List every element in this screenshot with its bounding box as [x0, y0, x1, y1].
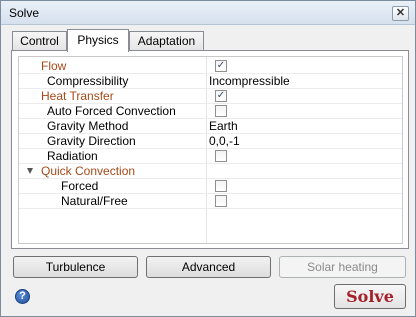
property-row-radiation[interactable]: Radiation	[19, 149, 402, 164]
help-glyph: ?	[19, 290, 26, 302]
property-value[interactable]: Earth	[209, 119, 238, 134]
property-row-compressibility[interactable]: Compressibility Incompressible	[19, 74, 402, 89]
tab-adaptation[interactable]: Adaptation	[129, 31, 204, 51]
property-row-flow[interactable]: Flow ✓	[19, 59, 402, 74]
natural-free-checkbox[interactable]	[215, 195, 227, 207]
turbulence-button[interactable]: Turbulence	[13, 256, 138, 278]
tab-label: Adaptation	[137, 34, 196, 48]
tab-control[interactable]: Control	[12, 31, 67, 51]
checkmark-icon: ✓	[216, 90, 226, 101]
advanced-button[interactable]: Advanced	[146, 256, 271, 278]
physics-tab-panel: Flow ✓ Compressibility Incompressible He…	[11, 50, 409, 249]
property-grid: Flow ✓ Compressibility Incompressible He…	[18, 56, 403, 244]
heat-transfer-checkbox[interactable]: ✓	[215, 90, 227, 102]
property-label: Natural/Free	[61, 194, 128, 208]
property-label: Radiation	[47, 149, 98, 163]
property-row-gravity-method[interactable]: Gravity Method Earth	[19, 119, 402, 134]
close-button[interactable]: ✕	[392, 6, 409, 21]
tab-label: Physics	[77, 33, 119, 47]
property-row-heat-transfer[interactable]: Heat Transfer ✓	[19, 89, 402, 104]
tab-physics[interactable]: Physics	[67, 29, 129, 52]
forced-checkbox[interactable]	[215, 180, 227, 192]
property-label: Compressibility	[47, 74, 129, 88]
expand-triangle-icon[interactable]	[27, 168, 33, 174]
title-bar[interactable]: Solve ✕	[1, 1, 415, 25]
property-label: Gravity Direction	[47, 134, 136, 148]
property-row-quick-convection[interactable]: Quick Convection	[19, 164, 402, 179]
window-title: Solve	[9, 6, 40, 20]
checkmark-icon: ✓	[216, 60, 226, 71]
property-label: Gravity Method	[47, 119, 129, 133]
close-icon: ✕	[395, 7, 406, 19]
property-label: Heat Transfer	[41, 89, 114, 103]
tab-label: Control	[20, 34, 59, 48]
property-row-forced[interactable]: Forced	[19, 179, 402, 194]
property-value[interactable]: Incompressible	[209, 74, 290, 89]
help-icon[interactable]: ?	[15, 289, 30, 304]
property-label: Forced	[61, 179, 99, 193]
solar-heating-button[interactable]: Solar heating	[279, 256, 406, 278]
property-row-auto-forced-convection[interactable]: Auto Forced Convection	[19, 104, 402, 119]
property-label: Quick Convection	[41, 164, 136, 178]
solve-button[interactable]: Solve	[334, 284, 406, 309]
property-row-gravity-direction[interactable]: Gravity Direction 0,0,-1	[19, 134, 402, 149]
solve-dialog: Solve ✕ Control Physics Adaptation Flow …	[0, 0, 416, 317]
auto-forced-convection-checkbox[interactable]	[215, 105, 227, 117]
radiation-checkbox[interactable]	[215, 150, 227, 162]
property-row-natural-free[interactable]: Natural/Free	[19, 194, 402, 209]
property-label: Flow	[41, 59, 67, 73]
flow-checkbox[interactable]: ✓	[215, 60, 227, 72]
property-label: Auto Forced Convection	[47, 104, 176, 118]
property-value[interactable]: 0,0,-1	[209, 134, 240, 149]
